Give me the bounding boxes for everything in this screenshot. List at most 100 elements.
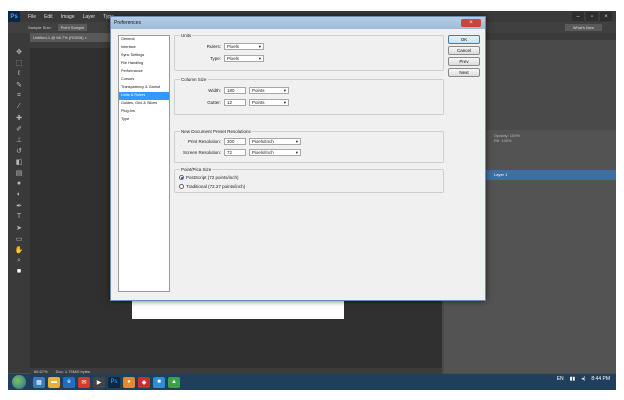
next-button[interactable]: Next (448, 68, 480, 77)
menu-layer[interactable]: Layer (83, 14, 96, 20)
close-icon[interactable]: × (600, 12, 612, 21)
type-label: Type: (209, 56, 221, 61)
prev-button[interactable]: Prev (448, 57, 480, 66)
menu-edit[interactable]: Edit (44, 14, 53, 20)
gradient-tool-icon[interactable]: ▤ (14, 168, 24, 177)
app-icon-3[interactable]: ■ (153, 376, 165, 388)
blur-tool-icon[interactable]: ● (14, 179, 24, 188)
tools-panel: ✥ ⬚ ℓ ✎ ⌗ ⁄ ✚ ✐ ⊥ ↺ ◧ ▤ ● ◐ ✒ T ➤ ▭ ✋ ⌕ … (8, 33, 30, 373)
category-list: General Interface Sync Settings File Handli… (118, 35, 170, 292)
gutter-unit-value: Points (252, 100, 265, 105)
crop-tool-icon[interactable]: ⌗ (14, 91, 24, 100)
print-resolution-label: Print Resolution: (187, 139, 221, 144)
print-resolution-unit-select[interactable]: Pixels/Inch ▾ (249, 138, 301, 145)
quick-select-tool-icon[interactable]: ✎ (14, 80, 24, 89)
preferences-dialog: Preferences × General Interface Sync Setti… (110, 16, 486, 301)
language-indicator[interactable]: EN (557, 376, 564, 382)
traditional-radio[interactable]: Traditional (72.27 points/inch) (179, 184, 245, 189)
app-icon-4[interactable]: ▲ (168, 376, 180, 388)
history-brush-icon[interactable]: ↺ (14, 146, 24, 155)
type-tool-icon[interactable]: T (14, 212, 24, 221)
dodge-tool-icon[interactable]: ◐ (14, 190, 24, 199)
maximize-icon[interactable]: ▫ (586, 12, 598, 21)
rulers-select[interactable]: Pixels ▾ (224, 43, 264, 50)
width-unit-select[interactable]: Points ▾ (249, 87, 289, 94)
healing-tool-icon[interactable]: ✚ (14, 113, 24, 122)
category-item[interactable]: Sync Settings (119, 52, 169, 60)
category-item[interactable]: Type (119, 116, 169, 124)
menu-file[interactable]: File (28, 14, 36, 20)
column-size-group: Column Size Width: 180 Points ▾ Gutter: 1… (174, 77, 444, 115)
shape-tool-icon[interactable]: ▭ (14, 234, 24, 243)
gutter-input[interactable]: 12 (224, 99, 246, 106)
brush-tool-icon[interactable]: ✐ (14, 124, 24, 133)
rulers-label: Rulers: (206, 44, 221, 49)
units-group: Units Rulers: Pixels ▾ Type: Pixels ▾ (174, 33, 444, 71)
category-item[interactable]: Transparency & Gamut (119, 84, 169, 92)
screen-resolution-unit-select[interactable]: Pixels/Inch ▾ (249, 149, 301, 156)
column-size-title: Column Size (180, 77, 208, 82)
hand-tool-icon[interactable]: ✋ (14, 245, 24, 254)
network-icon[interactable]: ▮▮ (570, 376, 576, 382)
path-select-icon[interactable]: ➤ (14, 223, 24, 232)
zoom-level[interactable]: 66.67% (34, 369, 48, 374)
sample-size-label: Sample Size: (28, 25, 52, 30)
dialog-close-icon[interactable]: × (461, 19, 481, 27)
app-icon-2[interactable]: ◆ (138, 376, 150, 388)
system-tray: EN ▮▮ ◂) 8:44 PM (557, 376, 610, 382)
units-rulers-panel: Units Rulers: Pixels ▾ Type: Pixels ▾ Colu… (174, 33, 444, 292)
document-tab[interactable]: Untitled-1 @ 66.7% (RGB/8) × (30, 33, 120, 42)
category-item[interactable]: Performance (119, 68, 169, 76)
ie-icon[interactable]: e (63, 376, 75, 388)
rulers-select-value: Pixels (227, 44, 240, 49)
type-select[interactable]: Pixels ▾ (224, 55, 264, 62)
move-tool-icon[interactable]: ✥ (14, 47, 24, 56)
category-item[interactable]: Plug-Ins (119, 108, 169, 116)
category-item[interactable]: Guides, Grid & Slices (119, 100, 169, 108)
eraser-tool-icon[interactable]: ◧ (14, 157, 24, 166)
ok-button[interactable]: OK (448, 35, 480, 44)
category-item[interactable]: Units & Rulers (119, 92, 169, 100)
screen-unit-value: Pixels/Inch (252, 150, 274, 155)
pen-tool-icon[interactable]: ✒ (14, 201, 24, 210)
postscript-radio[interactable]: PostScript (72 points/inch) (179, 175, 239, 180)
minimize-icon[interactable]: – (572, 12, 584, 21)
category-item[interactable]: File Handling (119, 60, 169, 68)
stamp-tool-icon[interactable]: ⊥ (14, 135, 24, 144)
print-resolution-input[interactable]: 300 (224, 138, 246, 145)
cancel-button[interactable]: Cancel (448, 46, 480, 55)
app-icon-1[interactable]: ● (123, 376, 135, 388)
width-input[interactable]: 180 (224, 87, 246, 94)
volume-icon[interactable]: ◂) (581, 376, 585, 382)
clock[interactable]: 8:44 PM (591, 376, 610, 382)
eyedropper-tool-icon[interactable]: ⁄ (14, 102, 24, 111)
start-button-icon[interactable] (12, 375, 26, 389)
chevron-down-icon: ▾ (283, 99, 286, 105)
lasso-tool-icon[interactable]: ℓ (14, 69, 24, 78)
category-item[interactable]: General (119, 36, 169, 44)
category-item[interactable]: Cursors (119, 76, 169, 84)
fill-value[interactable]: 100% (501, 138, 511, 143)
resolutions-group: New Document Preset Resolutions Print Re… (174, 129, 444, 163)
photoshop-task-icon[interactable]: Ps (108, 376, 120, 388)
category-item[interactable]: Interface (119, 44, 169, 52)
folder-icon[interactable]: ▬ (48, 376, 60, 388)
chevron-down-icon: ▾ (283, 87, 286, 93)
color-swatches-icon[interactable]: ■ (14, 267, 24, 276)
marquee-tool-icon[interactable]: ⬚ (14, 58, 24, 67)
workspace-select[interactable]: What's New (564, 24, 602, 31)
sample-size-select[interactable]: Point Sample (57, 24, 88, 31)
dialog-title: Preferences (111, 17, 485, 29)
screen-resolution-input[interactable]: 72 (224, 149, 246, 156)
explorer-icon[interactable]: ▦ (33, 376, 45, 388)
menu-image[interactable]: Image (61, 14, 75, 20)
width-unit-value: Points (252, 88, 265, 93)
chevron-down-icon: ▾ (258, 55, 261, 61)
mail-icon[interactable]: ✉ (78, 376, 90, 388)
gutter-label: Gutter: (207, 100, 221, 105)
gutter-unit-select[interactable]: Points ▾ (249, 99, 289, 106)
traditional-label: Traditional (72.27 points/inch) (186, 184, 246, 189)
zoom-tool-icon[interactable]: ⌕ (14, 256, 24, 265)
media-icon[interactable]: ▶ (93, 376, 105, 388)
photoshop-logo: Ps (8, 11, 20, 22)
